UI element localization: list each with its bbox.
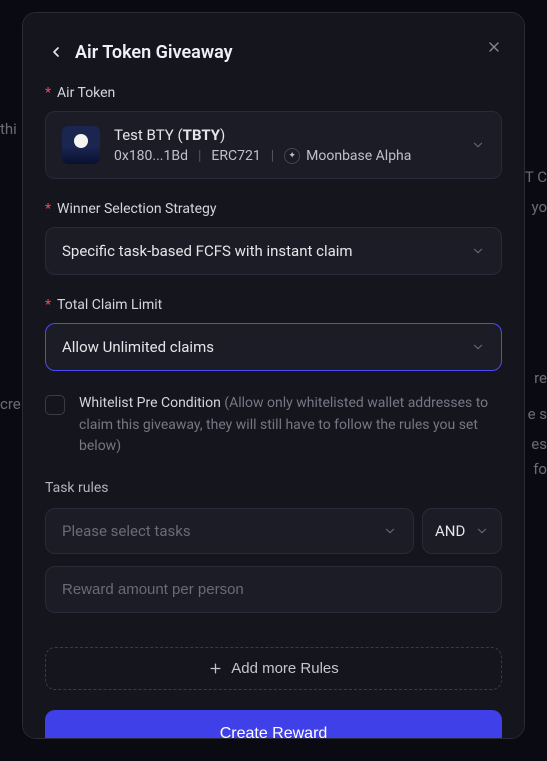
air-token-label: Air Token bbox=[57, 85, 115, 101]
chevron-down-icon bbox=[383, 524, 397, 538]
bg-text: thi bbox=[0, 120, 17, 138]
field-label: * Total Claim Limit bbox=[45, 297, 502, 313]
whitelist-title: Whitelist Pre Condition bbox=[79, 395, 221, 411]
plus-icon bbox=[208, 661, 223, 676]
claim-limit-value: Allow Unlimited claims bbox=[62, 338, 214, 356]
bg-text: fo bbox=[533, 460, 547, 478]
bg-text: cre bbox=[0, 395, 21, 413]
modal-title: Air Token Giveaway bbox=[75, 42, 233, 63]
chevron-down-icon bbox=[471, 138, 485, 152]
reward-amount-input[interactable] bbox=[45, 566, 502, 613]
logic-value: AND bbox=[435, 522, 465, 540]
logic-select[interactable]: AND bbox=[422, 508, 502, 554]
winner-strategy-select[interactable]: Specific task-based FCFS with instant cl… bbox=[45, 227, 502, 275]
token-symbol: TBTY bbox=[183, 126, 220, 144]
giveaway-modal: Air Token Giveaway * Air Token Test BTY … bbox=[22, 12, 525, 739]
create-reward-button[interactable]: Create Reward bbox=[45, 710, 502, 739]
network-icon: ✦ bbox=[284, 148, 300, 164]
bg-text: yo bbox=[531, 198, 547, 216]
claim-limit-select[interactable]: Allow Unlimited claims bbox=[45, 323, 502, 371]
create-reward-label: Create Reward bbox=[220, 725, 328, 739]
close-icon[interactable] bbox=[482, 35, 506, 59]
task-select-placeholder: Please select tasks bbox=[62, 522, 191, 540]
meta-separator: | bbox=[271, 148, 274, 164]
claim-limit-field: * Total Claim Limit Allow Unlimited clai… bbox=[45, 297, 502, 371]
chevron-down-icon bbox=[471, 340, 485, 354]
token-name-text: Test BTY bbox=[114, 126, 174, 144]
bg-text: T C bbox=[525, 168, 547, 186]
required-star: * bbox=[45, 85, 51, 101]
network-name: Moonbase Alpha bbox=[306, 148, 411, 164]
token-info: Test BTY (TBTY) 0x180...1Bd | ERC721 | ✦… bbox=[114, 126, 471, 164]
bg-text: e s bbox=[528, 405, 547, 423]
task-rules-label: Task rules bbox=[45, 480, 502, 496]
bg-text: re bbox=[534, 369, 547, 387]
token-address: 0x180...1Bd bbox=[114, 148, 188, 164]
field-label: * Winner Selection Strategy bbox=[45, 201, 502, 217]
field-label: * Air Token bbox=[45, 85, 502, 101]
chevron-down-icon bbox=[471, 244, 485, 258]
token-meta: 0x180...1Bd | ERC721 | ✦ Moonbase Alpha bbox=[114, 148, 471, 164]
winner-strategy-field: * Winner Selection Strategy Specific tas… bbox=[45, 201, 502, 275]
whitelist-row: Whitelist Pre Condition (Allow only whit… bbox=[45, 393, 502, 458]
air-token-field: * Air Token Test BTY (TBTY) 0x180...1Bd … bbox=[45, 85, 502, 179]
chevron-down-icon bbox=[475, 524, 489, 538]
task-select[interactable]: Please select tasks bbox=[45, 508, 414, 554]
air-token-select[interactable]: Test BTY (TBTY) 0x180...1Bd | ERC721 | ✦… bbox=[45, 111, 502, 179]
add-more-rules-button[interactable]: Add more Rules bbox=[45, 647, 502, 690]
whitelist-label: Whitelist Pre Condition (Allow only whit… bbox=[79, 393, 502, 458]
network-chip: ✦ Moonbase Alpha bbox=[284, 148, 411, 164]
modal-header: Air Token Giveaway bbox=[45, 41, 502, 63]
token-standard: ERC721 bbox=[211, 148, 260, 164]
winner-strategy-value: Specific task-based FCFS with instant cl… bbox=[62, 242, 353, 260]
winner-strategy-label: Winner Selection Strategy bbox=[57, 201, 216, 217]
required-star: * bbox=[45, 297, 51, 313]
token-avatar bbox=[62, 126, 100, 164]
token-name: Test BTY (TBTY) bbox=[114, 126, 471, 144]
token-paren: ) bbox=[220, 126, 225, 144]
task-rule-row: Please select tasks AND bbox=[45, 508, 502, 554]
bg-text: es bbox=[531, 435, 547, 453]
meta-separator: | bbox=[198, 148, 201, 164]
add-more-rules-label: Add more Rules bbox=[231, 660, 339, 677]
whitelist-checkbox[interactable] bbox=[45, 395, 65, 415]
back-icon[interactable] bbox=[45, 41, 67, 63]
claim-limit-label: Total Claim Limit bbox=[57, 297, 162, 313]
required-star: * bbox=[45, 201, 51, 217]
